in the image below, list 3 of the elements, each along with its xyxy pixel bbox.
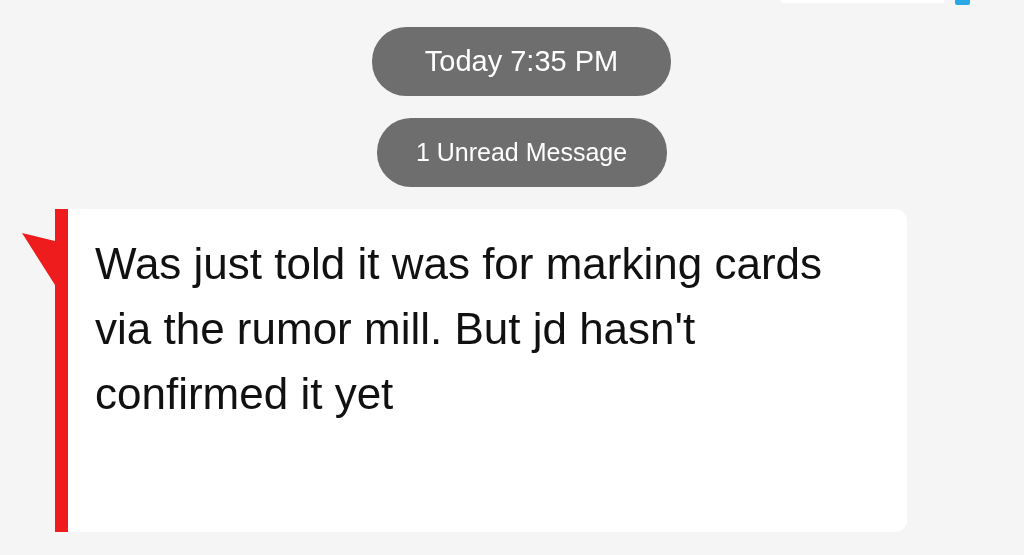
message-text: Was just told it was for marking cards via the rumor mill. But jd hasn't confirmed it yet xyxy=(95,238,824,420)
unread-divider: 1 Unread Message xyxy=(376,118,667,187)
timestamp: Today 7:35 PM xyxy=(372,27,671,96)
